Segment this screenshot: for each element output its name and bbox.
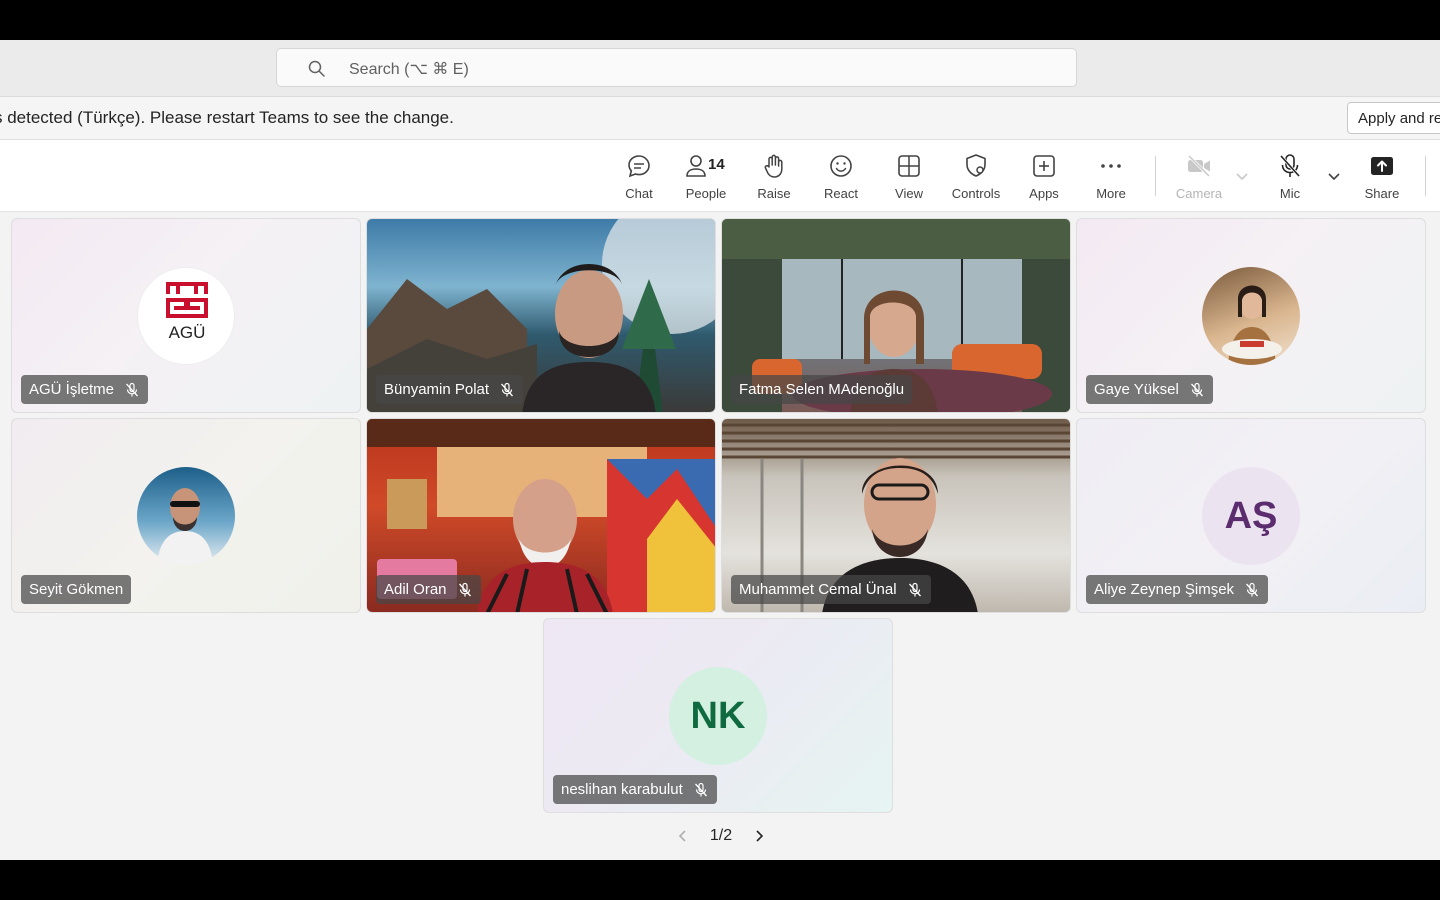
share-button[interactable]: Share: [1350, 152, 1414, 204]
controls-label: Controls: [951, 186, 1001, 201]
participant-nameplate: Adil Oran: [376, 575, 481, 604]
profile-photo-icon: [1222, 285, 1282, 365]
mic-button[interactable]: Mic: [1258, 152, 1322, 204]
participant-nameplate: Bünyamin Polat: [376, 375, 524, 404]
muted-mic-icon: [1190, 382, 1203, 396]
participant-nameplate: AGÜ İşletme: [21, 375, 149, 404]
org-logo-avatar: AGÜ: [137, 267, 235, 365]
participant-nameplate: Seyit Gökmen: [21, 575, 132, 604]
participant-tile[interactable]: AGÜ AGÜ İşletme: [11, 218, 361, 413]
participant-name: neslihan karabulut: [561, 781, 683, 798]
controls-button[interactable]: Controls: [944, 152, 1008, 204]
camera-off-icon: [1187, 154, 1211, 178]
view-label: View: [895, 186, 923, 201]
person-icon: [686, 155, 706, 177]
meeting-toolbar: Chat 14 People Raise React View Controls…: [0, 140, 1440, 212]
title-bar: Search (⌥ ⌘ E): [0, 40, 1440, 97]
participant-tile[interactable]: Seyit Gökmen: [11, 418, 361, 613]
apps-label: Apps: [1029, 186, 1059, 201]
search-input[interactable]: Search (⌥ ⌘ E): [276, 48, 1077, 87]
participant-video-tile[interactable]: Adil Oran: [366, 418, 716, 613]
participant-nameplate: Fatma Selen MAdenoğlu: [731, 375, 913, 404]
participant-video-tile[interactable]: Muhammet Cemal Ünal: [721, 418, 1071, 613]
muted-mic-icon: [458, 582, 471, 596]
chat-label: Chat: [625, 186, 653, 201]
profile-photo-avatar: [137, 467, 235, 565]
participant-video-tile[interactable]: Fatma Selen MAdenoğlu: [721, 218, 1071, 413]
initials-avatar: AŞ: [1202, 467, 1300, 565]
participant-name: Fatma Selen MAdenoğlu: [739, 381, 905, 398]
share-screen-icon: [1371, 157, 1393, 175]
letterbox-bottom: [0, 860, 1440, 900]
share-label: Share: [1364, 186, 1400, 201]
language-notice-bar: s detected (Türkçe). Please restart Team…: [0, 97, 1440, 140]
people-label: People: [685, 186, 727, 201]
participant-tile[interactable]: AŞ Aliye Zeynep Şimşek: [1076, 418, 1426, 613]
raise-label: Raise: [757, 186, 791, 201]
teams-meeting-window: Search (⌥ ⌘ E) s detected (Türkçe). Plea…: [0, 40, 1440, 860]
more-label: More: [1096, 186, 1126, 201]
participant-nameplate: Muhammet Cemal Ünal: [731, 575, 931, 604]
participant-name: Seyit Gökmen: [29, 581, 124, 598]
participant-nameplate: Aliye Zeynep Şimşek: [1086, 575, 1269, 604]
chevron-left-icon[interactable]: [676, 829, 690, 843]
camera-options-chevron-icon[interactable]: [1234, 168, 1250, 184]
smiley-icon: [830, 155, 852, 177]
view-button[interactable]: View: [877, 152, 941, 204]
search-icon: [308, 60, 325, 77]
participant-video-tile[interactable]: Bünyamin Polat: [366, 218, 716, 413]
agu-logo-icon: AGÜ: [166, 282, 208, 342]
more-button[interactable]: More: [1079, 152, 1143, 204]
participant-nameplate: neslihan karabulut: [553, 775, 717, 804]
add-app-icon: [1033, 155, 1055, 177]
more-dots-icon: [1101, 164, 1121, 168]
muted-mic-icon: [501, 382, 514, 396]
muted-mic-icon: [1246, 582, 1259, 596]
react-label: React: [824, 186, 858, 201]
toolbar-edge-divider: [1425, 156, 1426, 196]
notice-message: s detected (Türkçe). Please restart Team…: [0, 108, 454, 127]
participant-name: Adil Oran: [384, 581, 447, 598]
people-count-badge: 14: [708, 156, 725, 173]
grid-view-icon: [898, 155, 920, 177]
participant-nameplate: Gaye Yüksel: [1086, 375, 1213, 404]
search-placeholder: Search (⌥ ⌘ E): [349, 61, 469, 78]
apps-button[interactable]: Apps: [1012, 152, 1076, 204]
mic-label: Mic: [1279, 186, 1301, 201]
toolbar-divider: [1155, 156, 1156, 196]
muted-mic-icon: [126, 382, 139, 396]
mic-options-chevron-icon[interactable]: [1326, 168, 1342, 184]
muted-mic-icon: [908, 582, 921, 596]
page-indicator: 1/2: [709, 827, 733, 844]
shield-gear-icon: [966, 154, 986, 177]
react-button[interactable]: React: [809, 152, 873, 204]
participant-tile[interactable]: Gaye Yüksel: [1076, 218, 1426, 413]
camera-label: Camera: [1175, 186, 1223, 201]
mic-off-icon: [1279, 154, 1301, 178]
svg-text:AGÜ: AGÜ: [169, 323, 206, 342]
letterbox-top: [0, 0, 1440, 40]
chevron-right-icon[interactable]: [752, 829, 766, 843]
participant-tile[interactable]: NK neslihan karabulut: [543, 618, 893, 813]
gallery-pager: 1/2: [676, 824, 766, 848]
chat-button[interactable]: Chat: [607, 152, 671, 204]
muted-mic-icon: [694, 782, 707, 796]
raise-hand-button[interactable]: Raise: [742, 152, 806, 204]
participant-name: AGÜ İşletme: [29, 381, 115, 398]
initials-avatar: NK: [669, 667, 767, 765]
profile-photo-icon: [157, 488, 213, 565]
apply-restart-button[interactable]: Apply and re: [1347, 102, 1440, 134]
participant-name: Gaye Yüksel: [1094, 381, 1179, 398]
chat-icon: [628, 155, 650, 178]
participant-name: Aliye Zeynep Şimşek: [1094, 581, 1235, 598]
profile-photo-avatar: [1202, 267, 1300, 365]
people-button[interactable]: 14 People: [674, 152, 738, 204]
hand-icon: [764, 154, 783, 178]
camera-button[interactable]: Camera: [1167, 152, 1231, 204]
participant-name: Bünyamin Polat: [384, 381, 490, 398]
participant-name: Muhammet Cemal Ünal: [739, 581, 897, 598]
